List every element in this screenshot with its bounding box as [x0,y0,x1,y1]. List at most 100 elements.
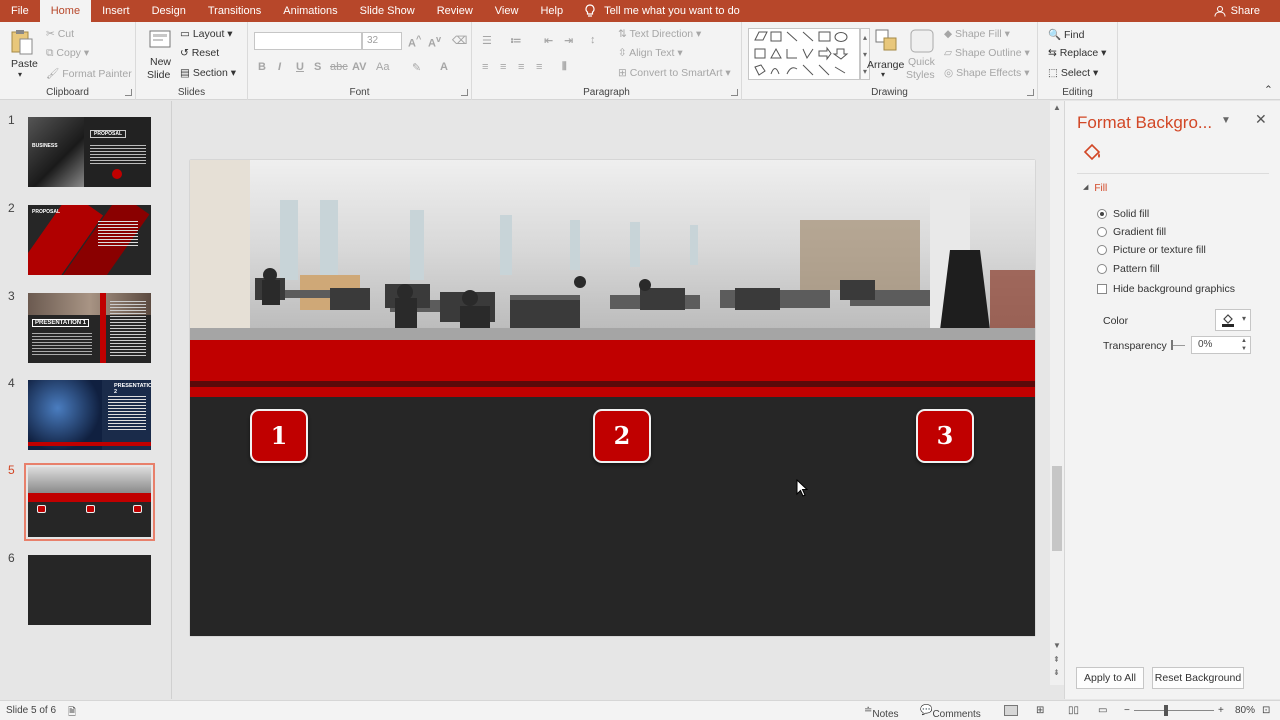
section-button[interactable]: ▤ Section ▾ [180,67,236,79]
pattern-fill-radio[interactable] [1097,264,1107,274]
justify-icon[interactable]: ≡ [536,61,542,73]
shapes-gallery[interactable] [748,28,860,80]
slide-thumbnail-4[interactable]: PRESENTATION 2 [28,380,151,450]
zoom-out-icon[interactable]: − [1124,705,1130,716]
current-slide[interactable]: 1 2 3 [190,160,1035,636]
slide-thumbnail-5[interactable] [24,463,155,541]
fill-bucket-icon[interactable] [1081,141,1103,163]
reset-background-button[interactable]: Reset Background [1152,667,1244,689]
tab-help[interactable]: Help [529,0,574,22]
comments-button[interactable]: 💬 Comments [920,705,981,720]
hide-graphics-option[interactable]: Hide background graphics [1097,283,1235,295]
spinner-arrows-icon[interactable]: ▲ ▼ [1241,337,1247,353]
notes-button[interactable]: ≐ Notes [864,705,899,720]
apply-to-all-button[interactable]: Apply to All [1076,667,1144,689]
underline-button[interactable]: U [296,61,304,73]
paste-button[interactable]: Paste ▾ [6,28,38,79]
align-right-icon[interactable]: ≡ [518,61,524,73]
tab-file[interactable]: File [0,0,40,22]
fill-section-header[interactable]: ◢ Fill [1083,183,1107,194]
strikethrough-button[interactable]: abc [330,61,348,73]
picture-fill-radio[interactable] [1097,245,1107,255]
reading-view-icon[interactable]: ▯▯ [1068,705,1079,716]
italic-button[interactable]: I [278,61,281,73]
pane-options-dropdown-icon[interactable]: ▼ [1221,115,1231,126]
number-box-2[interactable]: 2 [593,409,651,463]
shape-outline-button[interactable]: ▱ Shape Outline ▾ [944,47,1030,59]
pattern-fill-option[interactable]: Pattern fill [1097,263,1160,275]
scroll-down-icon[interactable]: ▼ [1053,641,1061,650]
tab-review[interactable]: Review [426,0,484,22]
replace-button[interactable]: ⇆ Replace ▾ [1048,47,1106,59]
drawing-launcher-icon[interactable] [1027,89,1034,96]
reset-button[interactable]: ↺ Reset [180,47,219,59]
collapse-ribbon-icon[interactable]: ⌃ [1264,84,1273,96]
zoom-in-icon[interactable]: + [1218,705,1224,716]
spellcheck-icon[interactable]: 🗎 [68,705,76,720]
char-spacing-button[interactable]: AV [352,61,366,73]
color-picker-button[interactable]: ▾ [1215,309,1251,331]
number-box-1[interactable]: 1 [250,409,308,463]
share-button[interactable]: Share [1214,0,1260,22]
tab-animations[interactable]: Animations [272,0,348,22]
transparency-slider[interactable] [1171,340,1185,350]
slide-thumbnail-2[interactable]: PROPOSAL [28,205,151,275]
copy-button[interactable]: ⧉ Copy ▾ [46,47,89,60]
format-painter-button[interactable]: 🖌 Format Painter [46,67,132,80]
number-box-3[interactable]: 3 [916,409,974,463]
scroll-up-icon[interactable]: ▲ [1053,103,1061,112]
font-color-button[interactable]: A [440,61,448,73]
font-launcher-icon[interactable] [461,89,468,96]
layout-button[interactable]: ▭ Layout ▾ [180,28,233,40]
decrease-indent-icon[interactable]: ⇤ [544,34,553,47]
shape-fill-button[interactable]: ◆ Shape Fill ▾ [944,28,1010,40]
quick-styles-button[interactable]: Quick Styles [904,28,940,81]
change-case-button[interactable]: Aa [376,61,389,73]
tab-design[interactable]: Design [141,0,197,22]
new-slide-button[interactable]: New Slide [144,26,178,82]
editor-scrollbar[interactable]: ▲ ▼ ⇞ ⇟ [1050,101,1064,685]
align-center-icon[interactable]: ≡ [500,61,506,73]
select-button[interactable]: ⬚ Select ▾ [1048,67,1098,79]
normal-view-icon[interactable] [1004,705,1018,716]
next-slide-icon[interactable]: ⇟ [1053,668,1060,677]
slide-thumbnail-3[interactable]: PRESENTATION 1 [28,293,151,363]
tab-view[interactable]: View [484,0,530,22]
slide-sorter-icon[interactable]: ⊞ [1036,705,1044,716]
bold-button[interactable]: B [258,61,266,73]
tab-slide-show[interactable]: Slide Show [349,0,426,22]
solid-fill-option[interactable]: Solid fill [1097,208,1149,220]
highlight-icon[interactable]: ✎ [412,61,421,74]
text-direction-button[interactable]: ⇅ Text Direction ▾ [618,28,701,40]
scroll-thumb[interactable] [1052,466,1062,551]
paragraph-launcher-icon[interactable] [731,89,738,96]
gradient-fill-radio[interactable] [1097,227,1107,237]
slider-handle[interactable] [1171,340,1173,350]
gradient-fill-option[interactable]: Gradient fill [1097,226,1166,238]
close-pane-icon[interactable]: ✕ [1255,111,1267,128]
clear-format-button[interactable]: ⌫ [452,34,468,47]
tell-me-box[interactable]: Tell me what you want to do [584,4,740,18]
transparency-spinner[interactable]: 0% ▲ ▼ [1191,336,1251,354]
cut-button[interactable]: ✂ Cut [46,28,74,40]
zoom-slider-handle[interactable] [1164,705,1168,716]
align-text-button[interactable]: ⇳ Align Text ▾ [618,47,683,59]
slide-thumbnail-6[interactable] [28,555,151,625]
bullets-icon[interactable]: ☰ [482,34,492,47]
slide-thumbnail-1[interactable]: PROPOSAL BUSINESS [28,117,151,187]
line-spacing-icon[interactable]: ↕ [590,34,596,46]
hide-graphics-checkbox[interactable] [1097,284,1107,294]
font-name-field[interactable] [254,32,362,50]
tab-transitions[interactable]: Transitions [197,0,272,22]
increase-indent-icon[interactable]: ⇥ [564,34,573,47]
tab-home[interactable]: Home [39,0,92,22]
convert-smartart-button[interactable]: ⊞ Convert to SmartArt ▾ [618,67,731,79]
picture-fill-option[interactable]: Picture or texture fill [1097,244,1206,256]
arrange-button[interactable]: Arrange ▾ [866,28,906,80]
shrink-font-button[interactable]: Av [428,34,441,50]
columns-icon[interactable]: ⫴ [562,61,567,74]
zoom-level[interactable]: 80% [1235,705,1255,716]
tab-insert[interactable]: Insert [91,0,141,22]
solid-fill-radio[interactable] [1097,209,1107,219]
prev-slide-icon[interactable]: ⇞ [1053,655,1060,664]
